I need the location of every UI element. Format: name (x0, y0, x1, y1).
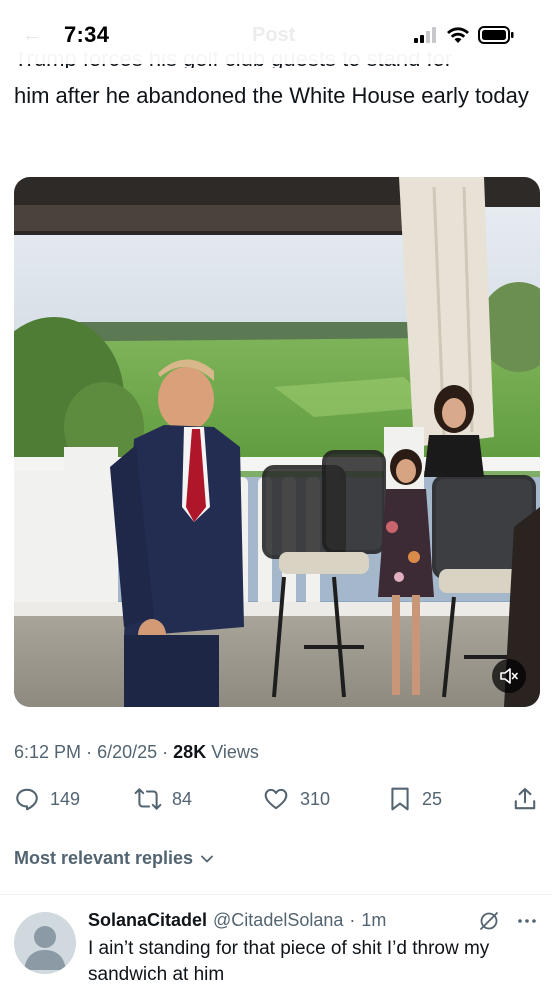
signal-icon (414, 27, 436, 43)
like-count: 310 (300, 788, 331, 809)
share-icon (514, 788, 536, 810)
repost-icon (134, 788, 162, 810)
bookmark-button[interactable]: 25 (388, 786, 442, 812)
views-label: Views (211, 742, 259, 762)
video-frame (14, 177, 540, 707)
bookmark-icon (391, 787, 409, 811)
reply-icons (478, 910, 538, 932)
divider (0, 894, 552, 895)
share-button[interactable] (512, 786, 538, 812)
views-count: 28K (173, 742, 207, 762)
chevron-down-icon (201, 855, 213, 862)
reply-button[interactable]: 149 (14, 786, 80, 812)
reply-separator: · (349, 910, 356, 930)
meta-separator: · (162, 742, 169, 762)
back-arrow-icon[interactable]: ← (22, 24, 42, 47)
action-bar: 149 84 310 25 (14, 786, 540, 816)
battery-icon (478, 26, 514, 44)
reply-count: 149 (50, 788, 81, 809)
default-avatar-icon (24, 926, 66, 970)
more-options-icon[interactable] (516, 910, 538, 932)
reply-header: SolanaCitadel @CitadelSolana · 1m (88, 910, 386, 931)
speaker-muted-icon (500, 668, 518, 684)
grok-icon[interactable] (478, 910, 500, 932)
tweet-video[interactable] (14, 177, 540, 707)
meta-separator: · (86, 742, 93, 762)
status-icons (414, 26, 514, 44)
reply-text: I ain’t standing for that piece of shit … (88, 938, 490, 985)
tweet-meta: 6:12 PM · 6/20/25 · 28K Views (14, 742, 259, 763)
tweet-time: 6:12 PM (14, 742, 82, 762)
like-button[interactable]: 310 (262, 786, 330, 812)
status-bar: ← Post 7:34 (0, 0, 552, 64)
reply-author-handle[interactable]: @CitadelSolana (213, 910, 343, 931)
reply-icon (16, 788, 38, 811)
wifi-icon (447, 27, 469, 43)
status-time: 7:34 (64, 22, 110, 47)
repost-button[interactable]: 84 (134, 786, 192, 812)
bookmark-count: 25 (422, 788, 443, 809)
reply-time: 1m (361, 910, 387, 930)
reply-author-name[interactable]: SolanaCitadel (88, 910, 207, 931)
tweet-date: 6/20/25 (97, 742, 158, 762)
replies-sort-label: Most relevant replies (14, 848, 194, 868)
replies-sort-dropdown[interactable]: Most relevant replies (14, 848, 215, 869)
avatar[interactable] (14, 912, 76, 974)
tweet-text: him after he abandoned the White House e… (14, 83, 529, 108)
mute-button[interactable] (492, 659, 526, 693)
heart-icon (264, 788, 288, 810)
repost-count: 84 (172, 788, 193, 809)
faded-header-title: Post (252, 24, 296, 46)
